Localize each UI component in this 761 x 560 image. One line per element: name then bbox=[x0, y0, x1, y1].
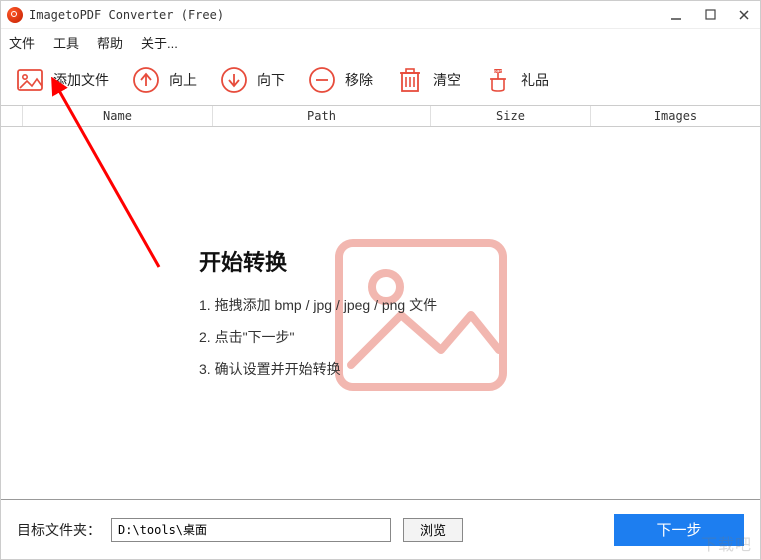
trash-icon bbox=[395, 65, 425, 95]
window-buttons bbox=[666, 5, 754, 25]
col-images[interactable]: Images bbox=[591, 106, 760, 126]
table-header: Name Path Size Images bbox=[1, 105, 760, 127]
col-size[interactable]: Size bbox=[431, 106, 591, 126]
clear-label: 清空 bbox=[433, 70, 461, 90]
arrow-up-icon bbox=[131, 65, 161, 95]
move-down-label: 向下 bbox=[257, 70, 285, 90]
col-name[interactable]: Name bbox=[23, 106, 213, 126]
clear-button[interactable]: 清空 bbox=[395, 65, 461, 95]
arrow-down-icon bbox=[219, 65, 249, 95]
close-button[interactable] bbox=[734, 5, 754, 25]
guide-step3: 3. 确认设置并开始转换 bbox=[199, 359, 437, 379]
app-icon bbox=[7, 7, 23, 23]
maximize-button[interactable] bbox=[700, 5, 720, 25]
move-up-button[interactable]: 向上 bbox=[131, 65, 197, 95]
menu-about[interactable]: 关于... bbox=[141, 33, 178, 52]
target-folder-label: 目标文件夹： bbox=[17, 520, 101, 540]
gift-icon: GIFT bbox=[483, 65, 513, 95]
svg-text:GIFT: GIFT bbox=[494, 70, 503, 74]
add-file-label: 添加文件 bbox=[53, 70, 109, 90]
image-add-icon bbox=[15, 65, 45, 95]
target-folder-input[interactable] bbox=[111, 518, 391, 542]
guide-title: 开始转换 bbox=[199, 245, 437, 277]
minimize-button[interactable] bbox=[666, 5, 686, 25]
window-title: ImagetoPDF Converter (Free) bbox=[29, 8, 666, 22]
move-down-button[interactable]: 向下 bbox=[219, 65, 285, 95]
gift-button[interactable]: GIFT 礼品 bbox=[483, 65, 549, 95]
content-area[interactable]: 开始转换 1. 拖拽添加 bmp / jpg / jpeg / png 文件 2… bbox=[1, 127, 760, 497]
browse-button[interactable]: 浏览 bbox=[403, 518, 463, 542]
minus-icon bbox=[307, 65, 337, 95]
menubar: 文件 工具 帮助 关于... bbox=[1, 29, 760, 55]
menu-help[interactable]: 帮助 bbox=[97, 33, 123, 52]
menu-file[interactable]: 文件 bbox=[9, 33, 35, 52]
guide-step2: 2. 点击"下一步" bbox=[199, 327, 437, 347]
guide-step1: 1. 拖拽添加 bmp / jpg / jpeg / png 文件 bbox=[199, 295, 437, 315]
col-path[interactable]: Path bbox=[213, 106, 431, 126]
col-checkbox[interactable] bbox=[1, 106, 23, 126]
move-up-label: 向上 bbox=[169, 70, 197, 90]
toolbar: 添加文件 向上 向下 移除 清空 GIFT 礼品 bbox=[1, 55, 760, 105]
next-button[interactable]: 下一步 bbox=[614, 514, 744, 546]
bottom-bar: 目标文件夹： 浏览 下一步 bbox=[1, 499, 760, 559]
titlebar: ImagetoPDF Converter (Free) bbox=[1, 1, 760, 29]
instructions: 开始转换 1. 拖拽添加 bmp / jpg / jpeg / png 文件 2… bbox=[199, 245, 437, 391]
gift-label: 礼品 bbox=[521, 70, 549, 90]
menu-tools[interactable]: 工具 bbox=[53, 33, 79, 52]
remove-label: 移除 bbox=[345, 70, 373, 90]
remove-button[interactable]: 移除 bbox=[307, 65, 373, 95]
add-file-button[interactable]: 添加文件 bbox=[15, 65, 109, 95]
